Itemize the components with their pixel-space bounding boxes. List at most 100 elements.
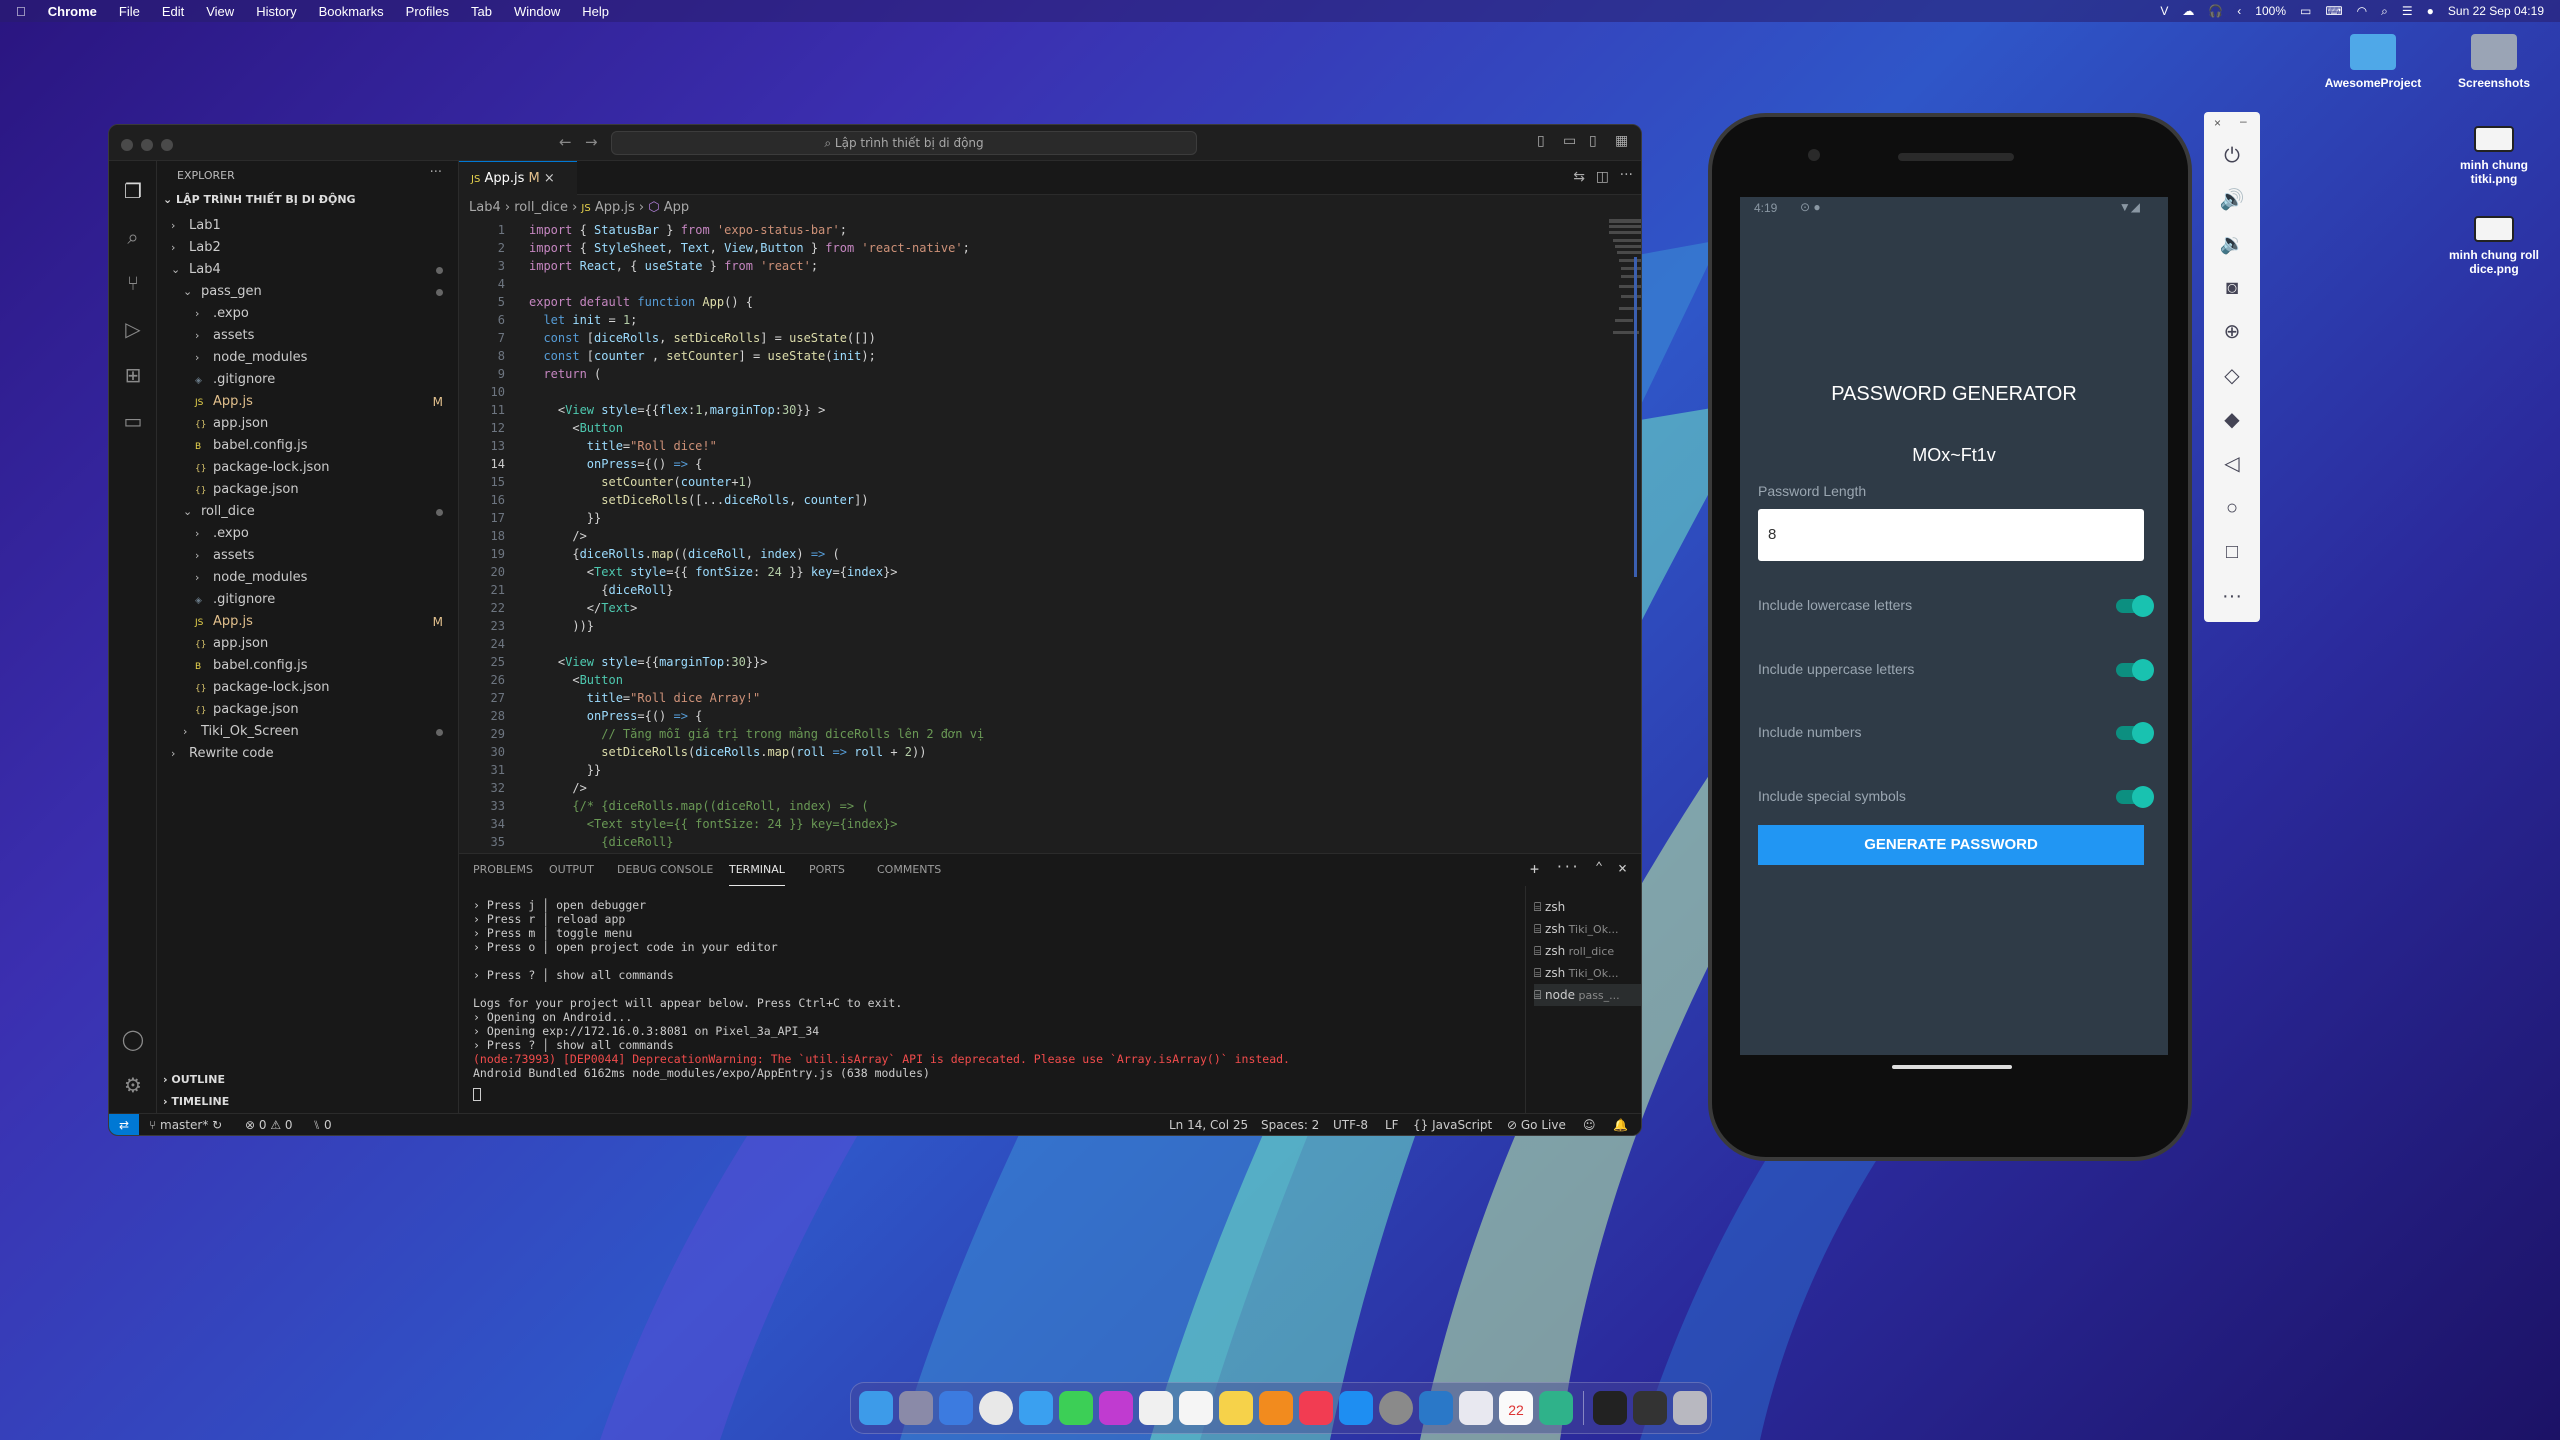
apple-icon[interactable]:  — [16, 4, 26, 19]
code-line[interactable]: <Text style={{ fontSize: 24 }} key={inde… — [529, 815, 898, 833]
spotlight-icon[interactable]: ⌕ — [2381, 4, 2388, 19]
code-line[interactable]: setDiceRolls(diceRolls.map(roll => roll … — [529, 743, 926, 761]
close-icon[interactable]: × — [2214, 116, 2221, 130]
toggle-panel-icon[interactable]: ▭ — [1563, 133, 1576, 149]
language-mode[interactable]: {} JavaScript — [1413, 1114, 1492, 1135]
vlc-icon[interactable] — [1259, 1391, 1293, 1425]
source-control-icon[interactable]: ⑂ — [121, 271, 145, 295]
ports-indicator[interactable]: ⑊ 0 — [313, 1114, 332, 1135]
menu-file[interactable]: File — [119, 4, 140, 19]
finder-icon[interactable] — [859, 1391, 893, 1425]
maximize-panel-icon[interactable]: ⌃ — [1595, 860, 1603, 875]
encoding[interactable]: UTF-8 — [1333, 1114, 1368, 1135]
reminders-icon[interactable] — [1179, 1391, 1213, 1425]
code-line[interactable]: export default function App() { — [529, 293, 753, 311]
menu-app-name[interactable]: Chrome — [48, 4, 97, 19]
code-line[interactable]: <Text style={{ fontSize: 24 }} key={inde… — [529, 563, 898, 581]
code-area[interactable]: 1 import { StatusBar } from 'expo-status-… — [459, 219, 1519, 853]
home-gesture-bar[interactable] — [1892, 1065, 2012, 1069]
search-icon[interactable]: ⌕ — [121, 225, 145, 249]
tab-problems[interactable]: PROBLEMS — [473, 854, 533, 886]
terminal-instance[interactable]: ⌸ zsh Tiki_Ok... — [1534, 918, 1641, 940]
tree-file[interactable]: {} app.json — [157, 413, 459, 435]
code-line[interactable]: setCounter(counter+1) — [529, 473, 753, 491]
close-window-button[interactable] — [121, 139, 133, 151]
vscode-icon[interactable] — [1419, 1391, 1453, 1425]
tree-file[interactable]: Bbabel.config.js — [157, 655, 459, 677]
code-line[interactable]: <View style={{marginTop:30}}> — [529, 653, 768, 671]
close-tab-icon[interactable]: × — [544, 171, 555, 186]
close-panel-icon[interactable]: × — [1618, 859, 1627, 877]
code-line[interactable]: /> — [529, 527, 586, 545]
split-editor-icon[interactable]: ◫ — [1596, 169, 1609, 185]
code-line[interactable]: }} — [529, 509, 601, 527]
workspace-header[interactable]: ⌄ LẬP TRÌNH THIẾT BỊ DI ĐỘNG — [163, 193, 356, 206]
home-icon[interactable]: ○ — [2218, 494, 2246, 522]
menu-help[interactable]: Help — [582, 4, 609, 19]
power-icon[interactable]: ⏻ — [2218, 142, 2246, 170]
desktop-icon-awesomeproject[interactable]: AwesomeProject — [2318, 34, 2428, 90]
numbers-switch[interactable] — [2116, 722, 2154, 744]
tree-folder[interactable]: ⌄ roll_dice — [157, 501, 459, 523]
tree-file[interactable]: ◈ .gitignore — [157, 369, 459, 391]
tree-file[interactable]: {} package.json — [157, 699, 459, 721]
tab-debug-console[interactable]: DEBUG CONSOLE — [617, 854, 713, 886]
symbols-switch[interactable] — [2116, 786, 2154, 808]
tree-file[interactable]: {} package-lock.json — [157, 457, 459, 479]
breadcrumb-item[interactable]: App.js — [595, 200, 635, 215]
compare-icon[interactable]: ⇆ — [1573, 169, 1585, 185]
desktop-icon-minh-chung-roll-dice[interactable]: minh chung roll dice.png — [2439, 216, 2549, 276]
generate-password-button[interactable]: GENERATE PASSWORD — [1758, 825, 2144, 865]
code-line[interactable]: title="Roll dice!" — [529, 437, 717, 455]
battery-icon[interactable]: ▭ — [2300, 4, 2311, 18]
code-line[interactable]: {diceRoll} — [529, 581, 673, 599]
volume-down-icon[interactable]: 🔉 — [2218, 230, 2246, 258]
outline-section[interactable]: › OUTLINE — [163, 1073, 225, 1086]
siri-icon[interactable]: ● — [2427, 4, 2434, 18]
forward-arrow-icon[interactable]: → — [585, 133, 598, 151]
line-ending[interactable]: LF — [1385, 1114, 1399, 1135]
android-studio-icon[interactable] — [1459, 1391, 1493, 1425]
editor-more-icon[interactable]: ··· — [1620, 167, 1633, 183]
tree-folder[interactable]: › node_modules — [157, 347, 459, 369]
app-store-icon[interactable] — [1339, 1391, 1373, 1425]
photos-icon[interactable] — [1139, 1391, 1173, 1425]
launchpad-icon[interactable] — [899, 1391, 933, 1425]
terminal-instance[interactable]: ⌸ node pass_... — [1534, 984, 1641, 1006]
tree-file[interactable]: JS App.js M — [157, 391, 459, 413]
scrollbar[interactable] — [1634, 257, 1637, 577]
back-arrow-icon[interactable]: ← — [559, 133, 572, 151]
control-center-icon[interactable]: ☰ — [2402, 4, 2413, 18]
window-thumbnail-icon[interactable] — [1633, 1391, 1667, 1425]
tree-file[interactable]: ◈ .gitignore — [157, 589, 459, 611]
calendar-icon[interactable]: 22 — [1499, 1391, 1533, 1425]
tree-folder[interactable]: › node_modules — [157, 567, 459, 589]
menu-window[interactable]: Window — [514, 4, 560, 19]
code-line[interactable]: import { StatusBar } from 'expo-status-b… — [529, 221, 847, 239]
code-line[interactable]: <Button — [529, 419, 623, 437]
password-length-input[interactable]: 8 — [1758, 509, 2144, 561]
tree-file[interactable]: {} package.json — [157, 479, 459, 501]
settings-gear-icon[interactable]: ⚙ — [121, 1073, 145, 1097]
clock[interactable]: Sun 22 Sep 04:19 — [2448, 4, 2544, 18]
extensions-icon[interactable]: ⊞ — [121, 363, 145, 387]
tree-folder[interactable]: › assets — [157, 325, 459, 347]
zoom-icon[interactable]: ⊕ — [2218, 318, 2246, 346]
code-line[interactable]: const [counter , setCounter] = useState(… — [529, 347, 875, 365]
tree-file[interactable]: Bbabel.config.js — [157, 435, 459, 457]
window-thumbnail-icon[interactable] — [1593, 1391, 1627, 1425]
terminal-instance[interactable]: ⌸ zsh roll_dice — [1534, 940, 1641, 962]
more-actions-icon[interactable]: ··· — [430, 165, 442, 180]
breadcrumb-item[interactable]: Lab4 — [469, 200, 501, 215]
code-line[interactable]: {/* {diceRolls.map((diceRoll, index) => … — [529, 797, 868, 815]
code-line[interactable]: title="Roll dice Array!" — [529, 689, 760, 707]
account-icon[interactable]: ◯ — [121, 1027, 145, 1051]
rotate-left-icon[interactable]: ◇ — [2218, 362, 2246, 390]
trash-icon[interactable] — [1673, 1391, 1707, 1425]
wifi-icon[interactable]: ◠ — [2357, 4, 2367, 18]
chevron-left-icon[interactable]: ‹ — [2237, 4, 2241, 18]
code-line[interactable]: ))} — [529, 617, 594, 635]
safari-icon[interactable] — [1019, 1391, 1053, 1425]
app-icon[interactable] — [1539, 1391, 1573, 1425]
vpn-icon[interactable]: V — [2160, 4, 2168, 18]
